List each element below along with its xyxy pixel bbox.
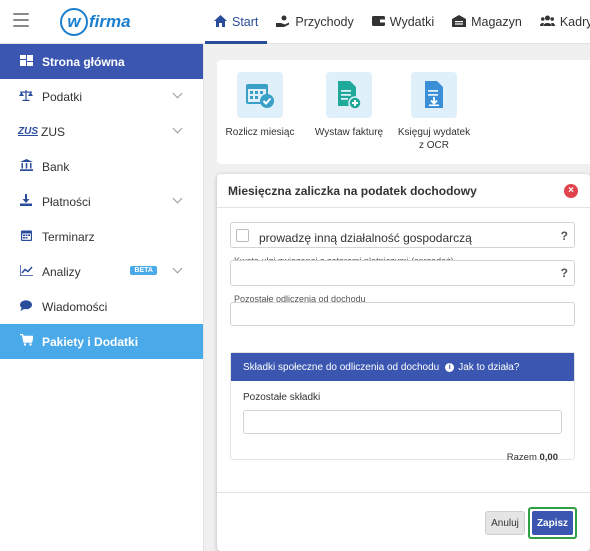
- sidebar-item-label: ZUS: [41, 124, 65, 139]
- warehouse-icon: [452, 14, 467, 30]
- subpanel-title: Składki społeczne do odliczenia od docho…: [243, 361, 440, 373]
- other-business-checkbox[interactable]: [236, 229, 249, 242]
- quick-action-wystaw-fakture[interactable]: Wystaw fakturę: [309, 72, 389, 139]
- quick-action-label-2: z OCR: [419, 140, 449, 151]
- bank-icon: [18, 159, 34, 174]
- users-icon: [539, 15, 555, 29]
- chevron-down-icon[interactable]: [172, 88, 183, 99]
- quick-action-rozlicz-miesiac[interactable]: Rozlicz miesiąc: [220, 72, 300, 139]
- modal-footer: Anuluj Zapisz: [217, 492, 590, 551]
- sidebar-item-wiadomosci[interactable]: Wiadomości: [0, 289, 203, 324]
- chevron-down-icon[interactable]: [172, 193, 183, 204]
- quick-action-label: Księguj wydatek: [397, 127, 471, 138]
- modal-title: Miesięczna zaliczka na podatek dochodowy: [228, 183, 477, 198]
- ulga-input[interactable]: [230, 260, 575, 286]
- sidebar-item-analizy[interactable]: Analizy BETA: [0, 254, 203, 289]
- sidebar-item-podatki[interactable]: Podatki: [0, 79, 203, 114]
- pozostale-odliczenia-input[interactable]: [230, 302, 575, 326]
- sidebar-item-label: Płatności: [42, 194, 91, 209]
- home-icon: [214, 14, 227, 30]
- dashboard-icon: [18, 54, 34, 69]
- sidebar-item-terminarz[interactable]: Terminarz: [0, 219, 203, 254]
- cancel-button[interactable]: Anuluj: [485, 511, 525, 535]
- nav-label: Magazyn: [471, 15, 522, 29]
- download-icon: [18, 194, 34, 209]
- nav-label: Wydatki: [389, 15, 435, 29]
- sidebar-item-zus[interactable]: ZUS ZUS: [0, 114, 203, 149]
- chevron-down-icon[interactable]: [172, 263, 183, 274]
- beta-badge: BETA: [130, 266, 157, 275]
- sidebar-item-label: Analizy: [42, 264, 81, 279]
- invoice-add-icon: [326, 72, 372, 118]
- wallet-icon: [371, 15, 385, 29]
- help-icon[interactable]: ?: [561, 229, 568, 243]
- wfirma-logo[interactable]: w firma: [60, 8, 131, 36]
- nav-start[interactable]: Start: [205, 0, 268, 44]
- nav-label: Start: [232, 15, 259, 29]
- sidebar-item-platnosci[interactable]: Płatności: [0, 184, 203, 219]
- nav-label: Kadry: [559, 15, 590, 29]
- nav-kadry[interactable]: Kadry: [531, 0, 590, 44]
- zus-logo-icon: ZUS: [18, 126, 38, 137]
- chart-icon: [18, 264, 34, 279]
- total-label: Razem: [506, 452, 537, 463]
- sidebar: Strona główna Podatki ZUS ZUS Bank Płatn…: [0, 44, 204, 551]
- quick-action-label: Wystaw fakturę: [314, 127, 384, 138]
- sidebar-item-label: Bank: [42, 159, 70, 174]
- quick-action-ksieguj-wydatek[interactable]: Księguj wydatek z OCR: [394, 72, 474, 152]
- checkbox-label[interactable]: prowadzę inną działalność gospodarczą: [259, 231, 472, 245]
- calendar-icon: [18, 229, 34, 244]
- quick-action-label: Rozlicz miesiąc: [225, 127, 295, 138]
- hand-coin-icon: [276, 15, 290, 30]
- cart-icon: [18, 333, 34, 349]
- chevron-down-icon[interactable]: [172, 123, 183, 134]
- modal-header: Miesięczna zaliczka na podatek dochodowy…: [217, 174, 590, 208]
- pozostale-skladki-input[interactable]: [243, 410, 562, 434]
- logo-mark: w: [60, 8, 88, 36]
- scales-icon: [18, 89, 34, 104]
- sidebar-item-label: Strona główna: [42, 54, 125, 69]
- document-download-icon: [411, 72, 457, 118]
- subpanel-header: Składki społeczne do odliczenia od docho…: [231, 353, 574, 381]
- calendar-check-icon: [237, 72, 283, 118]
- sidebar-item-label: Wiadomości: [42, 299, 108, 314]
- top-nav: Start Przychody Wydatki Magazyn Kadry: [205, 0, 590, 44]
- save-button-focus-ring: Zapisz: [528, 507, 577, 539]
- total-value: 0,00: [539, 452, 559, 463]
- how-it-works-link[interactable]: Jak to działa?: [458, 362, 519, 373]
- sidebar-item-strona-glowna[interactable]: Strona główna: [0, 44, 203, 79]
- pozostale-skladki-label: Pozostałe składki: [243, 392, 321, 403]
- save-button[interactable]: Zapisz: [532, 511, 573, 535]
- hamburger-menu-icon[interactable]: [13, 13, 29, 27]
- social-contributions-panel: Składki społeczne do odliczenia od docho…: [230, 352, 575, 463]
- total-row: Razem 0,00: [507, 452, 558, 463]
- help-icon[interactable]: ?: [561, 266, 568, 280]
- nav-label: Przychody: [295, 15, 354, 29]
- close-icon[interactable]: ×: [564, 184, 578, 198]
- sidebar-item-label: Podatki: [42, 89, 83, 104]
- sidebar-item-bank[interactable]: Bank: [0, 149, 203, 184]
- logo-text: firma: [89, 12, 131, 31]
- chat-icon: [18, 299, 34, 314]
- sidebar-item-pakiety-i-dodatki[interactable]: Pakiety i Dodatki: [0, 324, 203, 359]
- quick-actions-panel: Rozlicz miesiąc Wystaw fakturę Księguj w…: [217, 60, 590, 164]
- top-bar: w firma Start Przychody Wydatki Magazyn: [0, 0, 590, 44]
- info-icon: i: [445, 362, 455, 372]
- sidebar-item-label: Pakiety i Dodatki: [42, 334, 139, 349]
- sidebar-item-label: Terminarz: [42, 229, 95, 244]
- nav-przychody[interactable]: Przychody: [267, 0, 362, 44]
- nav-wydatki[interactable]: Wydatki: [363, 0, 443, 44]
- nav-magazyn[interactable]: Magazyn: [443, 0, 531, 44]
- tax-advance-modal: Miesięczna zaliczka na podatek dochodowy…: [217, 174, 590, 551]
